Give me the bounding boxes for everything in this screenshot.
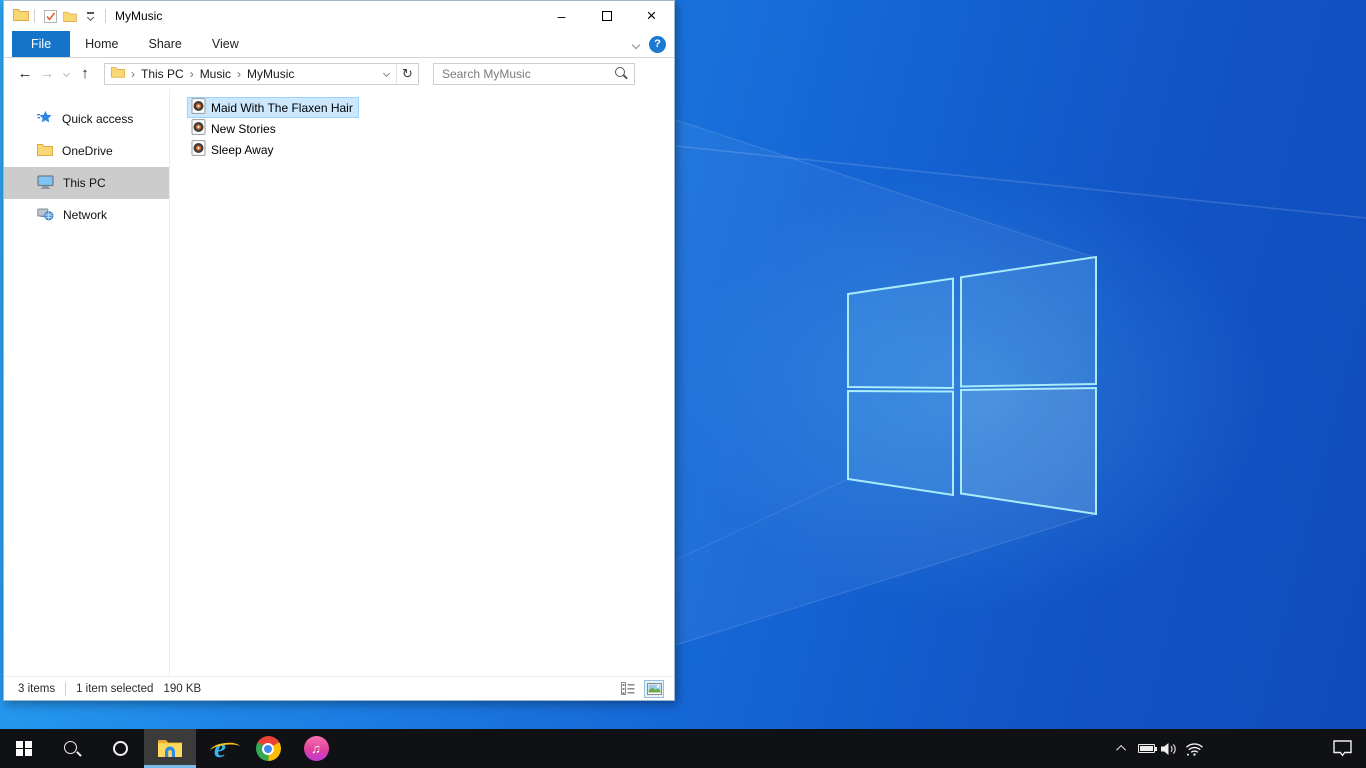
file-row-maid-with-the-flaxen-hair[interactable]: Maid With The Flaxen Hair — [187, 97, 359, 118]
expand-ribbon-button[interactable] — [631, 37, 641, 51]
items-count: 3 items — [18, 682, 56, 695]
recent-locations-button[interactable] — [58, 69, 74, 78]
notification-bubble-icon — [1332, 740, 1352, 757]
search-box — [433, 62, 635, 85]
large-icons-view-button[interactable] — [644, 679, 664, 698]
breadcrumb-mymusic[interactable]: MyMusic — [247, 67, 294, 81]
selection-count: 1 item selected — [76, 682, 154, 695]
status-bar: 3 items 1 item selected 190 KB — [4, 676, 674, 700]
details-view-button[interactable] — [618, 680, 638, 698]
forward-button[interactable]: → — [36, 65, 58, 82]
address-dropdown-button[interactable] — [376, 64, 396, 84]
refresh-button[interactable]: ↻ — [396, 63, 418, 84]
network-icon — [37, 207, 54, 224]
selection-size: 190 KB — [163, 682, 202, 695]
music-file-icon — [191, 98, 206, 117]
breadcrumb-this-pc[interactable]: This PC — [141, 67, 184, 81]
quick-access-star-icon — [37, 110, 53, 128]
search-icon — [62, 739, 82, 759]
properties-button[interactable] — [40, 5, 60, 27]
minimize-button[interactable]: – — [539, 1, 584, 31]
search-input[interactable] — [434, 66, 612, 81]
internet-explorer-button[interactable]: e — [196, 729, 244, 768]
cortana-button[interactable] — [96, 729, 144, 768]
file-list: Maid With The Flaxen Hair New Stories Sl… — [187, 97, 359, 160]
title-bar: MyMusic – × — [4, 1, 674, 31]
ribbon-tab-bar: File Home Share View — [4, 31, 674, 58]
file-row-new-stories[interactable]: New Stories — [187, 118, 282, 139]
music-note-glyph: ♫ — [311, 741, 321, 756]
maximize-button[interactable] — [584, 1, 629, 31]
sidebar-item-label: This PC — [63, 176, 106, 190]
window-folder-icon — [13, 8, 29, 24]
cortana-circle-icon — [112, 741, 128, 756]
breadcrumb-separator: › — [189, 66, 194, 81]
file-name: New Stories — [211, 121, 276, 136]
file-name: Maid With The Flaxen Hair — [211, 100, 353, 115]
music-file-icon — [191, 140, 206, 159]
taskbar: e ♫ — [0, 729, 1366, 768]
sidebar-item-label: Quick access — [62, 112, 134, 126]
sidebar-item-this-pc[interactable]: This PC — [4, 167, 169, 199]
chrome-icon — [255, 736, 281, 761]
file-name: Sleep Away — [211, 142, 274, 157]
maximize-icon — [601, 11, 612, 21]
show-hidden-icons-button[interactable] — [1110, 729, 1134, 768]
volume-icon[interactable] — [1158, 729, 1182, 768]
onedrive-folder-icon — [37, 143, 53, 159]
chevron-up-icon — [1115, 744, 1126, 755]
navigation-pane: Quick access OneDrive This PC Network — [4, 89, 170, 676]
help-button[interactable]: ? — [649, 35, 666, 53]
internet-explorer-icon: e — [214, 733, 226, 763]
chevron-down-icon — [631, 40, 641, 50]
system-tray — [1110, 729, 1366, 768]
file-explorer-icon — [157, 737, 183, 761]
tab-file[interactable]: File — [12, 31, 71, 57]
search-icon[interactable] — [612, 66, 630, 82]
tab-share[interactable]: Share — [134, 31, 197, 57]
chrome-button[interactable] — [244, 729, 292, 768]
windows-logo-icon — [16, 740, 32, 757]
battery-icon[interactable] — [1134, 729, 1158, 768]
itunes-button[interactable]: ♫ — [292, 729, 340, 768]
customize-toolbar-button[interactable] — [80, 5, 100, 27]
separator — [105, 9, 106, 23]
sidebar-item-onedrive[interactable]: OneDrive — [4, 135, 169, 167]
wifi-icon[interactable] — [1182, 729, 1206, 768]
taskbar-file-explorer-button[interactable] — [144, 729, 196, 768]
sidebar-item-label: OneDrive — [62, 144, 113, 158]
tab-home[interactable]: Home — [70, 31, 133, 57]
window-title: MyMusic — [115, 9, 163, 23]
file-row-sleep-away[interactable]: Sleep Away — [187, 139, 280, 160]
breadcrumb-separator: › — [237, 66, 242, 81]
chevron-down-icon — [86, 13, 94, 21]
close-button[interactable]: × — [629, 1, 674, 31]
music-file-icon — [191, 119, 206, 138]
breadcrumb-music[interactable]: Music — [200, 67, 231, 81]
address-folder-icon — [111, 66, 125, 81]
chevron-down-icon — [382, 69, 390, 78]
up-button[interactable]: ↑ — [74, 65, 96, 82]
address-bar[interactable]: › This PC › Music › MyMusic ↻ — [104, 62, 419, 85]
sidebar-item-network[interactable]: Network — [4, 199, 169, 231]
new-folder-button[interactable] — [60, 5, 80, 27]
action-center-button[interactable] — [1318, 740, 1366, 757]
back-button[interactable]: ← — [14, 65, 36, 82]
taskbar-search-button[interactable] — [48, 729, 96, 768]
sidebar-item-label: Network — [63, 208, 108, 222]
tab-view[interactable]: View — [197, 31, 254, 57]
sidebar-item-quick-access[interactable]: Quick access — [4, 103, 169, 135]
navigation-bar: ← → ↑ › This PC › Music › MyMusic ↻ — [4, 58, 674, 89]
start-button[interactable] — [0, 729, 48, 768]
breadcrumb-separator: › — [131, 66, 135, 81]
chevron-down-icon — [62, 69, 70, 78]
separator — [34, 9, 35, 23]
itunes-icon: ♫ — [303, 736, 329, 761]
this-pc-monitor-icon — [37, 174, 54, 192]
file-explorer-window: MyMusic – × File Home Share View ? ← → ↑… — [3, 0, 675, 701]
separator — [65, 681, 67, 696]
